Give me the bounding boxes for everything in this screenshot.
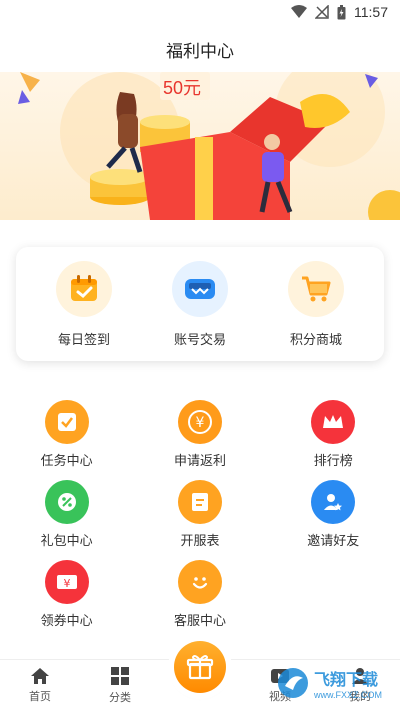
banner-tag-text: 50元 (163, 78, 201, 98)
svg-text:¥: ¥ (196, 415, 205, 431)
feature-label: 账号交易 (173, 331, 226, 347)
header: 福利中心 (0, 26, 400, 72)
coupon-yen-icon: ¥ (44, 560, 89, 604)
feature-card: 每日签到 账号交易 积分商城 (16, 247, 384, 361)
account-trade-icon (172, 260, 228, 317)
no-signal-icon (315, 5, 329, 19)
feature-label: 每日签到 (57, 331, 110, 347)
battery-icon (337, 4, 346, 19)
grid-item-ranking[interactable]: 排行榜 (278, 400, 388, 480)
status-time: 11:57 (354, 4, 388, 20)
grid-item-coupon-center[interactable]: ¥ 领券中心 (12, 560, 122, 640)
grid-label: 礼包中心 (40, 533, 93, 548)
status-bar: 11:57 (0, 0, 400, 26)
grid-item-gift-center[interactable]: 礼包中心 (12, 480, 122, 560)
grid-label: 申请返利 (173, 453, 226, 468)
nav-label: 分类 (109, 692, 131, 704)
crown-icon (311, 400, 356, 444)
watermark-sub: www.FXXZ.COM (314, 690, 383, 700)
grid-label: 领券中心 (40, 613, 93, 628)
service-grid: 任务中心 ¥ 申请返利 排行榜 礼包中心 开服表 邀请好友 ¥ 领券中心 客服中… (0, 400, 400, 640)
nav-gift-button[interactable] (174, 641, 226, 693)
page-title: 福利中心 (166, 41, 234, 61)
grid-label: 开服表 (180, 533, 220, 548)
calendar-check-icon (56, 260, 112, 317)
feature-label: 积分商城 (289, 331, 342, 347)
svg-text:¥: ¥ (63, 577, 70, 590)
nav-home[interactable]: 首页 (0, 660, 80, 711)
grid-item-invite-friends[interactable]: 邀请好友 (278, 480, 388, 560)
invite-user-icon (311, 480, 356, 524)
yen-coin-icon: ¥ (177, 400, 222, 444)
shopping-cart-icon (288, 260, 344, 317)
gift-icon (186, 655, 214, 680)
home-icon (31, 668, 49, 684)
wifi-icon (291, 5, 307, 18)
grid-item-task-center[interactable]: 任务中心 (12, 400, 122, 480)
task-check-icon (44, 400, 89, 444)
nav-category[interactable]: 分类 (80, 660, 160, 711)
grid-label: 客服中心 (173, 613, 226, 628)
feature-points-mall[interactable]: 积分商城 (266, 260, 366, 348)
grid-label: 邀请好友 (307, 533, 360, 548)
grid-item-rebate[interactable]: ¥ 申请返利 (145, 400, 255, 480)
nav-label: 首页 (29, 691, 51, 703)
watermark-text: 飞翔下载 (314, 672, 379, 689)
smile-face-icon (177, 560, 222, 604)
grid-label: 排行榜 (313, 453, 353, 468)
server-list-icon (177, 480, 222, 524)
watermark-icon (278, 668, 308, 698)
grid-item-customer-service[interactable]: 客服中心 (145, 560, 255, 640)
category-grid-icon (111, 667, 129, 685)
grid-label: 任务中心 (40, 453, 93, 468)
watermark-logo: 飞翔下载 www.FXXZ.COM (276, 663, 396, 703)
grid-item-server-list[interactable]: 开服表 (145, 480, 255, 560)
gift-percent-icon (44, 480, 89, 524)
banner-image[interactable]: 50元 (0, 72, 400, 220)
feature-daily-checkin[interactable]: 每日签到 (34, 260, 134, 348)
feature-account-trade[interactable]: 账号交易 (150, 260, 250, 348)
